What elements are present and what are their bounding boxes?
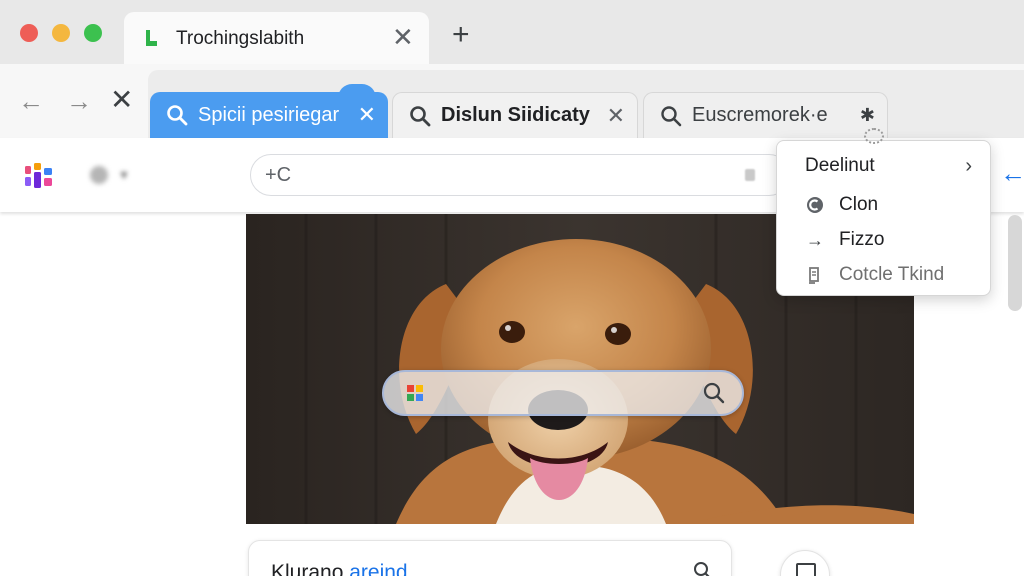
page-tab-3-label: Euscremorek·e [692, 104, 828, 126]
search-icon[interactable] [702, 381, 726, 405]
address-input[interactable] [311, 161, 731, 189]
address-prefix: +C [265, 164, 292, 186]
favicon-icon [146, 30, 157, 46]
context-menu: Deelinut › Clon → Fizzo Cotcle Tkind [776, 140, 991, 296]
image-search-bar[interactable] [382, 370, 744, 416]
search-icon[interactable] [693, 561, 713, 576]
new-tab-button[interactable]: + [452, 20, 470, 50]
address-bar[interactable]: +C [250, 154, 790, 196]
search-icon [661, 105, 682, 126]
maximize-window-button[interactable] [84, 24, 102, 42]
page-tab-1-label: Spicii pesiriegar [198, 103, 340, 126]
mic-icon[interactable] [745, 169, 755, 181]
close-window-button[interactable] [20, 24, 38, 42]
bookmark-icon [796, 563, 816, 576]
bookmark-button[interactable] [780, 550, 830, 576]
search-icon [167, 105, 188, 126]
page-tab-1[interactable]: Spicii pesiriegar ✕ [150, 84, 388, 138]
arrow-right-icon: → [806, 229, 824, 250]
side-panel-back-button[interactable]: ← [1000, 158, 1024, 189]
menu-item-cotcle-tkind[interactable]: Cotcle Tkind [777, 258, 990, 292]
clone-icon [807, 197, 823, 213]
avatar [90, 166, 108, 184]
chevron-down-icon: ▼ [118, 168, 130, 182]
pin-tab-3-icon[interactable]: ✱ [860, 105, 875, 126]
stop-button[interactable]: ✕ [110, 86, 133, 114]
menu-item-clon[interactable]: Clon [777, 188, 990, 222]
page-tab-3[interactable]: Euscremorek·e ✱ [643, 92, 888, 138]
loading-cursor-icon [864, 128, 884, 144]
menu-item-label: Fizzo [839, 229, 885, 250]
close-tab-icon[interactable]: ✕ [392, 22, 414, 53]
tab-notch [338, 84, 376, 104]
menu-item-fizzo[interactable]: → Fizzo [777, 223, 990, 257]
search-icon [410, 105, 431, 126]
profile-menu[interactable]: ▼ [90, 166, 130, 184]
forward-button[interactable]: → [66, 88, 92, 114]
document-icon [809, 267, 819, 284]
browser-tab[interactable]: Trochingslabith ✕ [124, 12, 429, 68]
close-tab-2-icon[interactable]: ✕ [607, 103, 625, 129]
menu-item-label: Deelinut [805, 155, 875, 176]
close-tab-1-icon[interactable]: ✕ [358, 102, 376, 128]
result-card-text: Klurano areind [271, 561, 408, 576]
menu-item-deelinut[interactable]: Deelinut › [777, 149, 990, 183]
scrollbar-thumb[interactable] [1008, 215, 1022, 311]
result-card[interactable]: Klurano areind [248, 540, 732, 576]
menu-item-label: Cotcle Tkind [839, 264, 945, 285]
back-button[interactable]: ← [18, 88, 44, 114]
menu-item-label: Clon [839, 194, 879, 215]
page-tab-2[interactable]: Dislun Siidicaty ✕ [392, 92, 638, 138]
result-card-title: Klurano [271, 561, 344, 576]
result-card-link[interactable]: areind [349, 561, 407, 576]
browser-tab-title: Trochingslabith [176, 28, 305, 49]
chevron-right-icon: › [965, 155, 972, 177]
window-titlebar: Trochingslabith ✕ + [0, 0, 1024, 68]
page-tab-2-label: Dislun Siidicaty [441, 104, 590, 126]
minimize-window-button[interactable] [52, 24, 70, 42]
google-g-icon [407, 385, 423, 401]
app-logo-icon[interactable] [24, 162, 54, 190]
